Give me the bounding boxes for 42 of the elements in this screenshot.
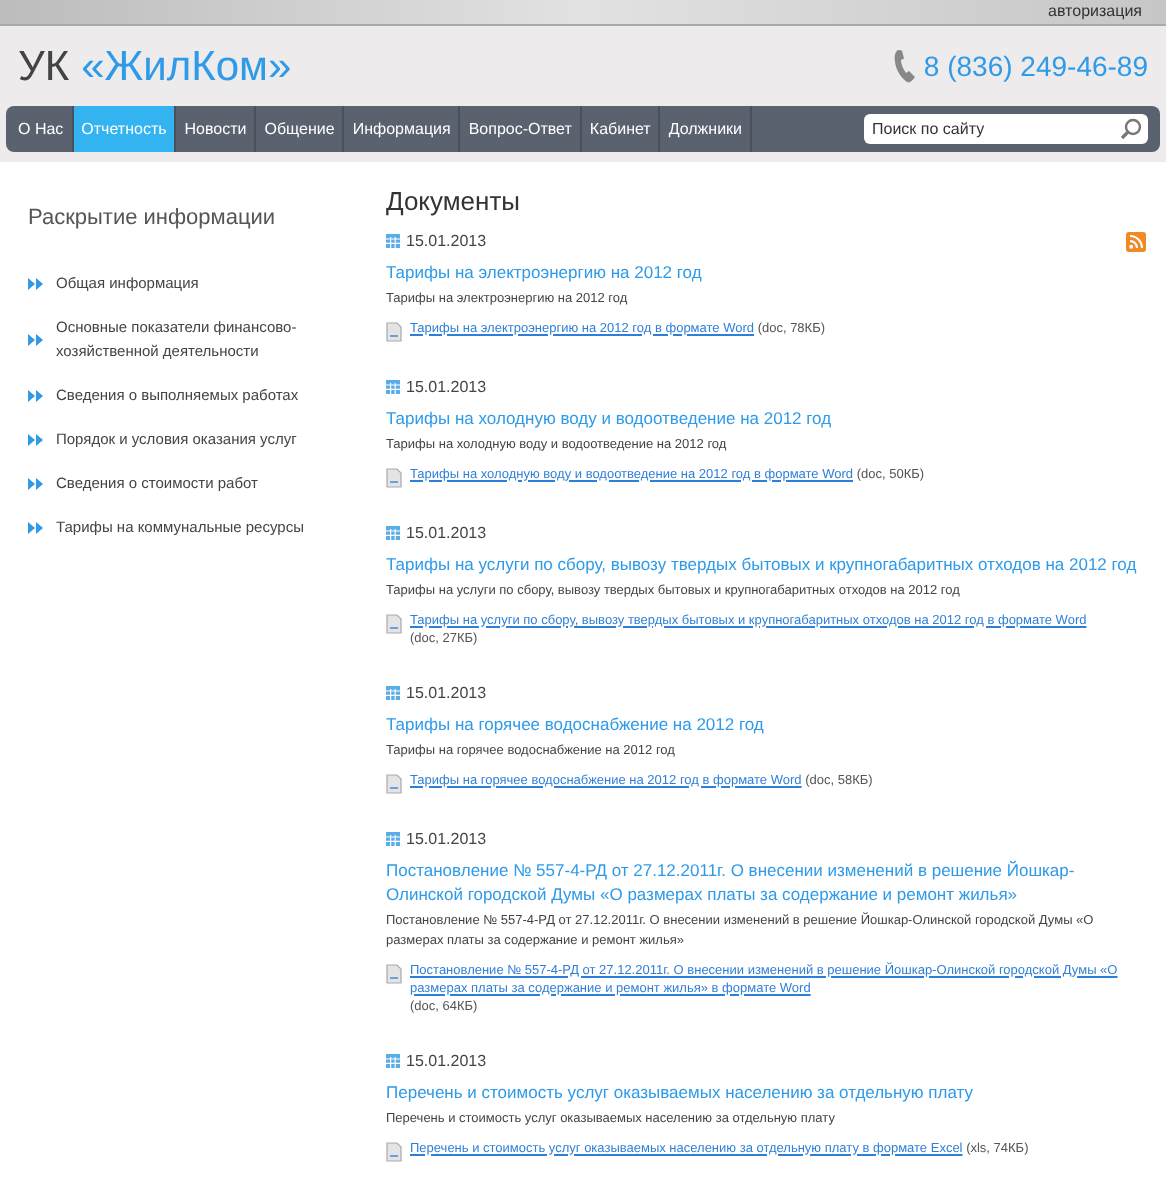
document-title[interactable]: Постановление № 557-4-РД от 27.12.2011г. О внесении изменений в решение Йошкар-Олинской городской Думы «О размерах платы за содержание и ремонт жилья» xyxy=(386,857,1146,905)
nav-tab[interactable]: Кабинет xyxy=(581,106,661,152)
rss-icon[interactable] xyxy=(1126,231,1146,251)
double-arrow-icon xyxy=(28,477,44,489)
document-date: 15.01.2013 xyxy=(406,1049,487,1073)
document-icon xyxy=(386,321,402,341)
double-arrow-icon xyxy=(28,333,44,345)
document-icon xyxy=(386,963,402,983)
document-title[interactable]: Перечень и стоимость услуг оказываемых населению за отдельную плату xyxy=(386,1079,1146,1103)
calendar-icon xyxy=(386,686,400,700)
search-icon xyxy=(1120,118,1142,140)
document-title[interactable]: Тарифы на услуги по сбору, вывозу твердых бытовых и крупногабаритных отходов на 2012 год xyxy=(386,551,1146,575)
nav-tab[interactable]: Должники xyxy=(660,106,752,152)
calendar-icon xyxy=(386,1054,400,1068)
document-icon xyxy=(386,773,402,793)
nav-tab[interactable]: Новости xyxy=(176,106,257,152)
document-date: 15.01.2013 xyxy=(406,827,487,851)
page-title: Документы xyxy=(386,184,521,220)
document-icon xyxy=(386,613,402,633)
site-logo[interactable]: УК «ЖилКом» xyxy=(18,45,292,87)
calendar-icon xyxy=(386,380,400,394)
phone-number: 8 (836) 249-46-89 xyxy=(923,47,1148,86)
calendar-icon xyxy=(386,832,400,846)
nav-tab[interactable]: Вопрос-Ответ xyxy=(460,106,582,152)
document-date: 15.01.2013 xyxy=(406,681,487,705)
document-date: 15.01.2013 xyxy=(406,521,487,545)
nav-tab[interactable]: Общение xyxy=(256,106,345,152)
calendar-icon xyxy=(386,526,400,540)
nav-tab[interactable]: Информация xyxy=(344,106,461,152)
double-arrow-icon xyxy=(28,389,44,401)
calendar-icon xyxy=(386,234,400,248)
double-arrow-icon xyxy=(28,433,44,445)
search-field[interactable]: Поиск по сайту xyxy=(864,114,1148,144)
login-link[interactable]: авторизация xyxy=(1048,0,1142,24)
document-date: 15.01.2013 xyxy=(406,375,487,399)
document-date: 15.01.2013 xyxy=(406,229,487,253)
double-arrow-icon xyxy=(28,521,44,533)
double-arrow-icon xyxy=(28,277,44,289)
document-icon xyxy=(386,1141,402,1161)
sidebar-title: Раскрытие информации xyxy=(28,204,278,234)
phone-icon xyxy=(893,48,916,84)
document-icon xyxy=(386,467,402,487)
